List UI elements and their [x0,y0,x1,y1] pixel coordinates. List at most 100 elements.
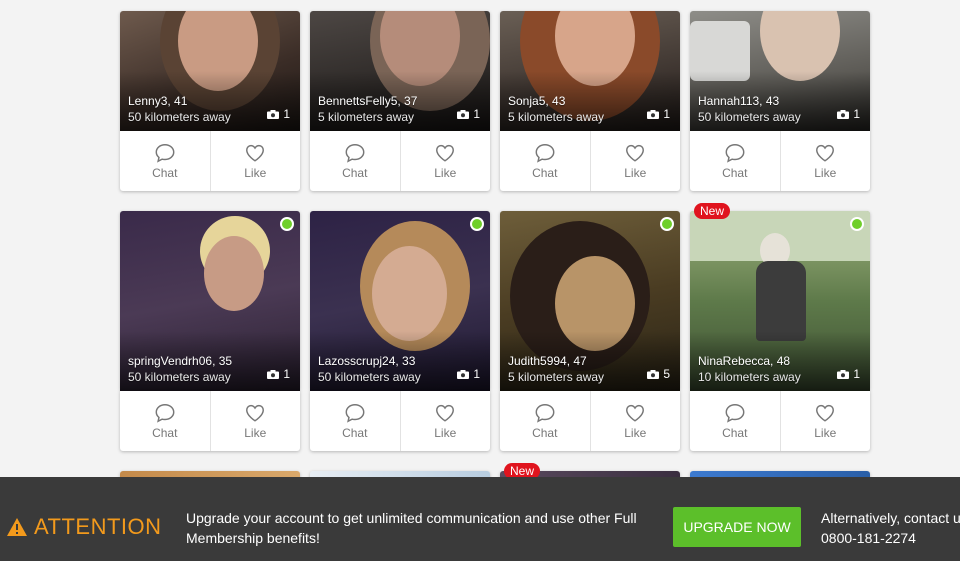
profile-photo[interactable]: Hannah113, 43 50 kilometers away 1 [690,11,870,131]
profile-info: BennettsFelly5, 37 5 kilometers away [318,93,417,125]
camera-icon [647,109,660,119]
like-button[interactable]: Like [209,391,301,451]
like-button[interactable]: Like [209,131,301,191]
profile-photo[interactable]: Lenny3, 41 50 kilometers away 1 [120,11,300,131]
profile-card[interactable]: springVendrh06, 35 50 kilometers away 1 [120,211,300,391]
chat-bubble-icon [535,144,555,163]
contact-line: Alternatively, contact u [821,510,960,526]
chat-bubble-icon [155,144,175,163]
online-indicator [280,217,294,231]
profile-distance: 50 kilometers away [698,110,801,124]
chat-bubble-icon [345,144,365,163]
photo-count: 1 [457,107,480,121]
upgrade-now-button[interactable]: UPGRADE NOW [673,507,801,547]
profile-info: NinaRebecca, 48 10 kilometers away [698,353,801,385]
profile-name: Hannah113 [698,94,760,108]
profile-name: springVendrh06 [128,354,213,368]
profile-info: Judith5994, 47 5 kilometers away [508,353,604,385]
profile-name: Lazosscrupj24 [318,354,396,368]
profile-photo[interactable]: Lazosscrupj24, 33 50 kilometers away 1 [310,211,490,391]
profile-distance: 50 kilometers away [128,110,231,124]
row2-actions: Chat Like Chat Like Chat Like Chat Like [120,391,880,451]
card-actions: Chat Like [500,391,680,451]
chat-bubble-icon [345,404,365,423]
like-button[interactable]: Like [779,131,871,191]
profile-age: , 43 [545,94,566,108]
heart-icon [816,404,835,422]
chat-button[interactable]: Chat [310,131,400,191]
profile-age: , 43 [759,94,780,108]
camera-icon [457,369,470,379]
like-button[interactable]: Like [589,391,681,451]
profile-photo[interactable]: springVendrh06, 35 50 kilometers away 1 [120,211,300,391]
profile-distance: 10 kilometers away [698,370,801,384]
chat-button[interactable]: Chat [690,391,780,451]
card-actions: Chat Like [120,391,300,451]
chat-button[interactable]: Chat [500,131,590,191]
photo-count: 5 [647,367,670,381]
camera-icon [267,369,280,379]
profile-name: Sonja5 [508,94,546,108]
chat-button[interactable]: Chat [310,391,400,451]
profile-card[interactable]: Lazosscrupj24, 33 50 kilometers away 1 [310,211,490,391]
profile-distance: 5 kilometers away [318,110,415,124]
profile-age: , 41 [167,94,188,108]
camera-icon [837,369,850,379]
profile-age: , 47 [566,354,587,368]
card-actions: Chat Like [500,131,680,191]
heart-icon [626,404,645,422]
chat-bubble-icon [155,404,175,423]
profile-photo[interactable]: Judith5994, 47 5 kilometers away 5 [500,211,680,391]
card-actions: Chat Like [690,391,870,451]
heart-icon [436,144,455,162]
profile-distance: 50 kilometers away [318,370,421,384]
profile-photo[interactable]: NinaRebecca, 48 10 kilometers away 1 [690,211,870,391]
online-indicator [850,217,864,231]
profile-card[interactable]: Judith5994, 47 5 kilometers away 5 [500,211,680,391]
camera-icon [647,369,660,379]
profile-photo[interactable]: BennettsFelly5, 37 5 kilometers away 1 [310,11,490,131]
like-button[interactable]: Like [399,391,491,451]
profile-card[interactable]: Lenny3, 41 50 kilometers away 1 Chat Lik… [120,11,300,191]
heart-icon [246,144,265,162]
chat-bubble-icon [725,404,745,423]
profile-age: , 37 [397,94,418,108]
heart-icon [626,144,645,162]
profile-info: Hannah113, 43 50 kilometers away [698,93,801,125]
card-actions: Chat Like [690,131,870,191]
heart-icon [816,144,835,162]
attention-label: ATTENTION [6,514,162,540]
profile-info: Lazosscrupj24, 33 50 kilometers away [318,353,421,385]
like-button[interactable]: Like [779,391,871,451]
new-badge: New [694,203,731,219]
profile-card[interactable]: Hannah113, 43 50 kilometers away 1 Chat … [690,11,870,191]
profile-name: Lenny3 [128,94,168,108]
online-indicator [660,217,674,231]
profile-name: BennettsFelly5 [318,94,398,108]
photo-count: 1 [457,367,480,381]
heart-icon [246,404,265,422]
profile-card[interactable]: BennettsFelly5, 37 5 kilometers away 1 C… [310,11,490,191]
camera-icon [457,109,470,119]
like-button[interactable]: Like [589,131,681,191]
card-actions: Chat Like [120,131,300,191]
profile-card[interactable]: New NinaRebecca, 48 10 kilometers away 1 [690,203,870,391]
chat-button[interactable]: Chat [500,391,590,451]
chat-button[interactable]: Chat [120,131,210,191]
profile-distance: 50 kilometers away [128,370,231,384]
chat-button[interactable]: Chat [690,131,780,191]
profile-photo[interactable]: Sonja5, 43 5 kilometers away 1 [500,11,680,131]
like-button[interactable]: Like [399,131,491,191]
chat-bubble-icon [535,404,555,423]
profile-card[interactable]: Sonja5, 43 5 kilometers away 1 Chat Like [500,11,680,191]
contact-phone[interactable]: 0800-181-2274 [821,528,960,548]
camera-icon [837,109,850,119]
attention-text: ATTENTION [34,514,162,539]
camera-icon [267,109,280,119]
profile-age: , 33 [395,354,416,368]
profile-name: Judith5994 [508,354,567,368]
photo-count: 1 [837,367,860,381]
card-actions: Chat Like [310,391,490,451]
chat-button[interactable]: Chat [120,391,210,451]
contact-info: Alternatively, contact u 0800-181-2274 [821,508,960,548]
